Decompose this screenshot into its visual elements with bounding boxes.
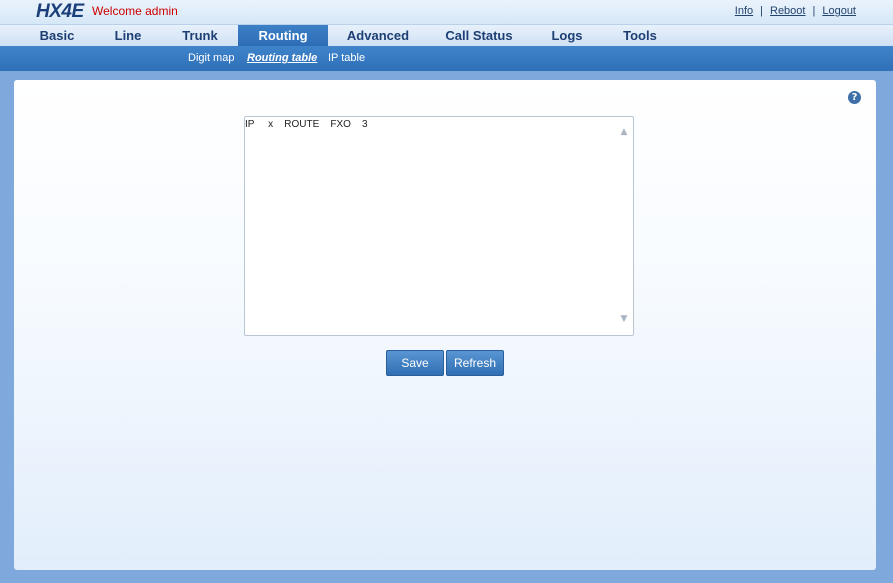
chevron-down-icon[interactable]: ▼: [618, 313, 630, 325]
save-button[interactable]: Save: [386, 350, 444, 376]
nav-logs[interactable]: Logs: [530, 25, 604, 46]
link-separator: |: [812, 5, 816, 17]
subnav-routing-table[interactable]: Routing table: [247, 52, 317, 64]
info-link[interactable]: Info: [735, 5, 753, 17]
nav-routing[interactable]: Routing: [238, 25, 328, 46]
refresh-button[interactable]: Refresh: [446, 350, 504, 376]
nav-basic[interactable]: Basic: [17, 25, 97, 46]
nav-call-status[interactable]: Call Status: [428, 25, 530, 46]
link-separator: |: [760, 5, 763, 17]
main-nav: Basic Line Trunk Routing Advanced Call S…: [0, 25, 893, 46]
header-links: Info | Reboot | Logout: [735, 5, 856, 17]
nav-advanced[interactable]: Advanced: [328, 25, 428, 46]
content-panel: ? IP x ROUTE FXO 3 ▲ ▼ Save Refresh: [14, 80, 876, 570]
logout-link[interactable]: Logout: [822, 5, 856, 17]
nav-trunk[interactable]: Trunk: [159, 25, 241, 46]
help-icon[interactable]: ?: [848, 91, 861, 104]
logo: HX4E: [36, 1, 84, 22]
chevron-up-icon[interactable]: ▲: [618, 126, 630, 138]
sub-nav: Digit map Routing table IP table: [0, 46, 893, 71]
subnav-digit-map[interactable]: Digit map: [188, 52, 234, 64]
nav-tools[interactable]: Tools: [604, 25, 676, 46]
nav-line[interactable]: Line: [97, 25, 159, 46]
routing-table-textarea[interactable]: IP x ROUTE FXO 3 ▲ ▼: [244, 116, 634, 336]
reboot-link[interactable]: Reboot: [770, 5, 805, 17]
top-header: HX4E Welcome admin Info | Reboot | Logout: [0, 0, 893, 25]
subnav-ip-table[interactable]: IP table: [328, 52, 365, 64]
welcome-message: Welcome admin: [92, 4, 178, 18]
routing-table-content: IP x ROUTE FXO 3: [245, 119, 368, 130]
